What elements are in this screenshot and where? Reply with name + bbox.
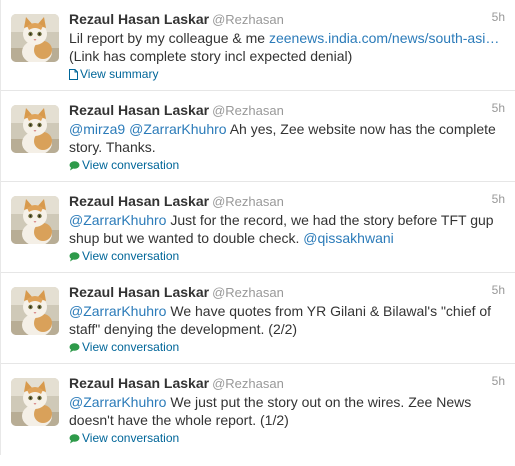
tweet-timestamp[interactable]: 5h	[492, 374, 505, 388]
avatar[interactable]	[11, 105, 59, 153]
tweet-text: @ZarrarKhuhro We just put the story out …	[69, 393, 507, 429]
user-handle[interactable]: @Rezhasan	[212, 285, 284, 300]
action-label: View conversation	[82, 431, 180, 445]
action-label: View conversation	[82, 249, 180, 263]
view-conversation-link[interactable]: View conversation	[69, 157, 179, 175]
avatar[interactable]	[11, 14, 59, 62]
tweet-timestamp[interactable]: 5h	[492, 10, 505, 24]
tweet-text: @mirza9 @ZarrarKhuhro Ah yes, Zee websit…	[69, 120, 507, 156]
tweet-item[interactable]: Rezaul Hasan Laskar @Rezhasan 5h @ZarrarK…	[1, 273, 515, 364]
avatar[interactable]	[11, 287, 59, 335]
avatar[interactable]	[11, 378, 59, 426]
tweet-item[interactable]: Rezaul Hasan Laskar @Rezhasan 5h @ZarrarK…	[1, 182, 515, 273]
tweet-text: Lil report by my colleague & me zeenews.…	[69, 29, 507, 65]
speech-bubble-icon	[69, 159, 80, 175]
tweet-text: @ZarrarKhuhro Just for the record, we ha…	[69, 211, 507, 247]
tweet-header: Rezaul Hasan Laskar @Rezhasan	[69, 283, 503, 301]
mention-link[interactable]: @ZarrarKhuhro	[69, 303, 166, 319]
action-label: View summary	[80, 67, 159, 81]
tweet-header: Rezaul Hasan Laskar @Rezhasan	[69, 374, 503, 392]
tweet-header: Rezaul Hasan Laskar @Rezhasan	[69, 10, 503, 28]
mention-link[interactable]: @ZarrarKhuhro	[69, 394, 166, 410]
tweet-timestamp[interactable]: 5h	[492, 283, 505, 297]
user-fullname[interactable]: Rezaul Hasan Laskar	[69, 284, 209, 300]
tweet-item[interactable]: Rezaul Hasan Laskar @Rezhasan 5h Lil repo…	[1, 0, 515, 91]
mention-link[interactable]: @ZarrarKhuhro	[69, 212, 166, 228]
mention-link[interactable]: @mirza9	[69, 121, 125, 137]
tweet-text: @ZarrarKhuhro We have quotes from YR Gil…	[69, 302, 507, 338]
speech-bubble-icon	[69, 432, 80, 448]
avatar[interactable]	[11, 196, 59, 244]
document-icon	[69, 68, 78, 84]
tweet-text-part: Lil report by my colleague & me	[69, 30, 269, 46]
user-fullname[interactable]: Rezaul Hasan Laskar	[69, 193, 209, 209]
user-handle[interactable]: @Rezhasan	[212, 12, 284, 27]
tweet-header: Rezaul Hasan Laskar @Rezhasan	[69, 101, 503, 119]
view-conversation-link[interactable]: View conversation	[69, 248, 179, 266]
tweet-header: Rezaul Hasan Laskar @Rezhasan	[69, 192, 503, 210]
tweet-timeline: Rezaul Hasan Laskar @Rezhasan 5h Lil repo…	[0, 0, 515, 455]
user-handle[interactable]: @Rezhasan	[212, 103, 284, 118]
user-fullname[interactable]: Rezaul Hasan Laskar	[69, 11, 209, 27]
tweet-link[interactable]: zeenews.india.com/news/south-asi…	[269, 30, 499, 46]
user-fullname[interactable]: Rezaul Hasan Laskar	[69, 375, 209, 391]
user-handle[interactable]: @Rezhasan	[212, 376, 284, 391]
action-label: View conversation	[82, 340, 180, 354]
tweet-timestamp[interactable]: 5h	[492, 101, 505, 115]
mention-link[interactable]: @qissakhwani	[303, 230, 393, 246]
speech-bubble-icon	[69, 341, 80, 357]
tweet-item[interactable]: Rezaul Hasan Laskar @Rezhasan 5h @ZarrarK…	[1, 364, 515, 455]
tweet-text-part: (Link has complete story incl expected d…	[69, 48, 353, 64]
action-label: View conversation	[82, 158, 180, 172]
view-summary-link[interactable]: View summary	[69, 66, 158, 84]
user-fullname[interactable]: Rezaul Hasan Laskar	[69, 102, 209, 118]
tweet-timestamp[interactable]: 5h	[492, 192, 505, 206]
user-handle[interactable]: @Rezhasan	[212, 194, 284, 209]
speech-bubble-icon	[69, 250, 80, 266]
view-conversation-link[interactable]: View conversation	[69, 339, 179, 357]
view-conversation-link[interactable]: View conversation	[69, 430, 179, 448]
mention-link[interactable]: @ZarrarKhuhro	[129, 121, 226, 137]
tweet-item[interactable]: Rezaul Hasan Laskar @Rezhasan 5h @mirza9 …	[1, 91, 515, 182]
